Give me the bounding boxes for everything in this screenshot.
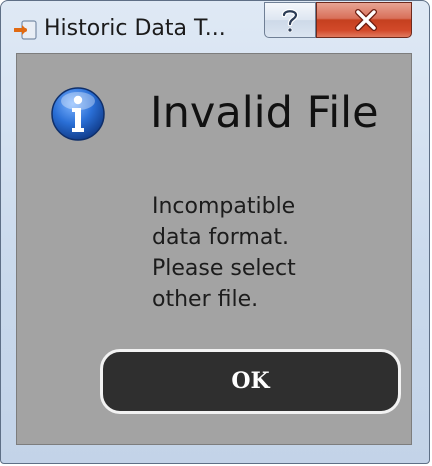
dialog-message: Incompatible data format. Please select … bbox=[152, 194, 296, 312]
title-bar[interactable]: Historic Data T... bbox=[1, 1, 431, 51]
close-icon bbox=[355, 9, 377, 31]
help-icon bbox=[281, 9, 299, 33]
open-file-arrow-icon bbox=[14, 20, 37, 40]
dialog-heading: Invalid File bbox=[150, 88, 379, 138]
close-button[interactable] bbox=[316, 2, 412, 38]
dialog-window: Historic Data T... Invalid File Incompat… bbox=[0, 0, 430, 464]
info-icon bbox=[51, 87, 105, 141]
dialog-content: Invalid File Incompatible data format. P… bbox=[16, 53, 412, 445]
help-button[interactable] bbox=[264, 2, 316, 38]
window-title: Historic Data T... bbox=[44, 16, 226, 41]
ok-button[interactable]: OK bbox=[100, 349, 401, 414]
